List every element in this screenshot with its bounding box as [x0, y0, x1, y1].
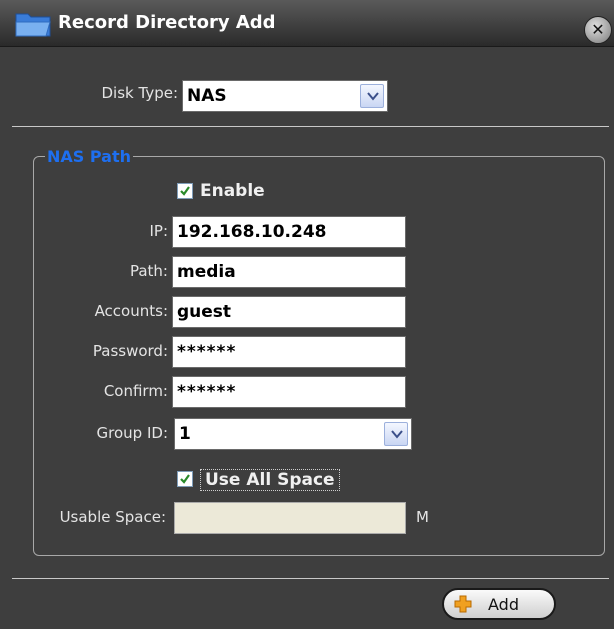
enable-checkbox[interactable] [177, 183, 193, 199]
ip-input[interactable]: 192.168.10.248 [172, 216, 406, 248]
confirm-input[interactable]: ****** [172, 376, 406, 408]
nas-path-legend: NAS Path [45, 147, 133, 166]
accounts-label: Accounts: [94, 302, 168, 320]
window-title: Record Directory Add [58, 12, 276, 33]
usable-space-input [174, 502, 406, 534]
divider-bottom [12, 578, 609, 579]
path-label: Path: [129, 262, 168, 280]
disk-type-value: NAS [187, 86, 227, 106]
group-id-label: Group ID: [96, 424, 168, 442]
divider-top [12, 126, 609, 127]
close-button[interactable]: ✕ [584, 16, 612, 44]
group-id-select[interactable]: 1 [174, 418, 412, 450]
add-button[interactable]: Add [442, 588, 556, 620]
folder-icon [14, 10, 54, 38]
add-label: Add [488, 595, 519, 614]
chevron-down-icon[interactable] [360, 84, 384, 108]
enable-label[interactable]: Enable [200, 181, 265, 201]
usable-space-unit: M [416, 508, 429, 526]
path-input[interactable]: media [172, 256, 406, 288]
chevron-down-icon[interactable] [384, 422, 408, 446]
disk-type-select[interactable]: NAS [182, 80, 388, 112]
title-bar[interactable]: Record Directory Add ✕ [0, 0, 614, 47]
password-input[interactable]: ****** [172, 336, 406, 368]
use-all-space-label[interactable]: Use All Space [200, 469, 340, 491]
plus-icon [454, 595, 472, 613]
password-label: Password: [92, 342, 168, 360]
ip-label: IP: [149, 222, 168, 240]
use-all-space-checkbox[interactable] [177, 471, 193, 487]
usable-space-label: Usable Space: [59, 508, 166, 526]
record-directory-add-dialog: Record Directory Add ✕ Disk Type: NAS NA… [0, 0, 614, 629]
close-icon: ✕ [591, 20, 605, 39]
accounts-input[interactable]: guest [172, 296, 406, 328]
group-id-value: 1 [179, 424, 191, 444]
disk-type-label: Disk Type: [101, 84, 179, 102]
confirm-label: Confirm: [103, 382, 168, 400]
